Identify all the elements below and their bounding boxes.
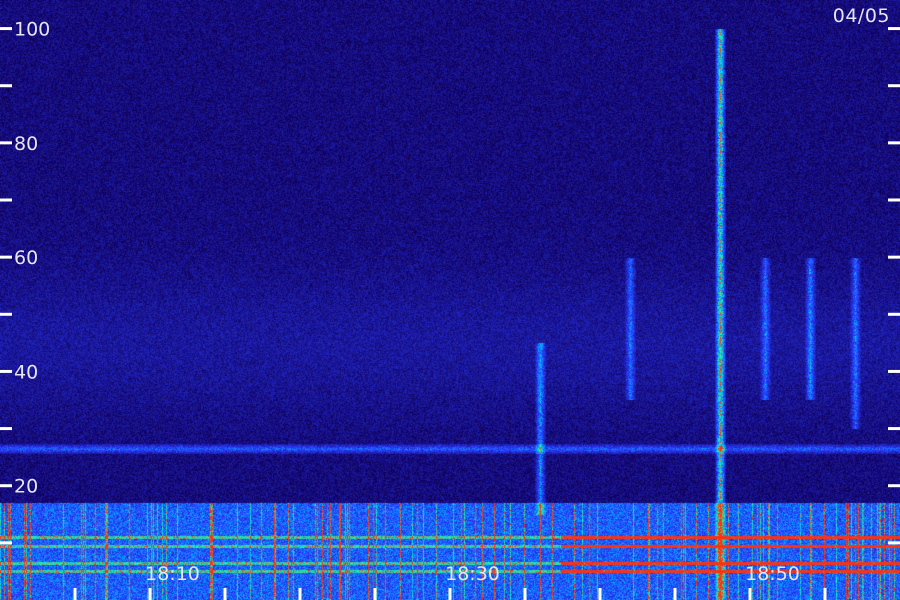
date-label: 04/05 bbox=[832, 5, 890, 27]
x-tick-label: 18:10 bbox=[145, 563, 200, 585]
y-tick-label: 80 bbox=[14, 133, 38, 155]
y-tick-label: 60 bbox=[14, 247, 38, 269]
y-tick-label: 100 bbox=[14, 19, 50, 41]
axes-overlay: 100 80 60 40 20 18:10 18:30 18:50 bbox=[0, 19, 900, 600]
y-tick-label: 40 bbox=[14, 361, 38, 383]
y-tick-label: 20 bbox=[14, 476, 38, 498]
x-tick-label: 18:30 bbox=[445, 563, 500, 585]
x-tick-label: 18:50 bbox=[745, 563, 800, 585]
